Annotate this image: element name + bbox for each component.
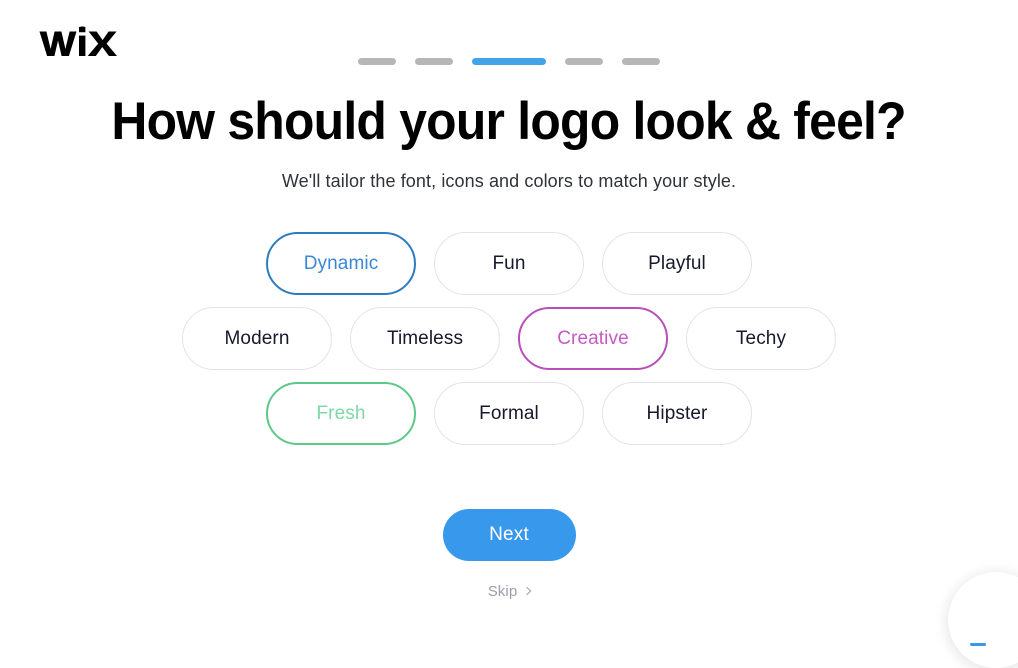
chip-row-1: Dynamic Fun Playful <box>266 232 752 295</box>
chip-techy[interactable]: Techy <box>686 307 836 370</box>
footer-actions: Next Skip <box>442 509 576 600</box>
chat-help-icon <box>970 643 986 646</box>
skip-label: Skip <box>487 583 518 600</box>
skip-link[interactable]: Skip <box>487 583 532 600</box>
chip-label: Techy <box>735 327 787 349</box>
next-button[interactable]: Next <box>442 509 576 561</box>
chip-label: Timeless <box>386 327 464 349</box>
chip-formal[interactable]: Formal <box>434 382 584 445</box>
chip-label: Creative <box>557 327 629 349</box>
chip-label: Playful <box>648 252 706 274</box>
chevron-right-icon <box>523 586 532 596</box>
chip-fresh[interactable]: Fresh <box>266 382 416 445</box>
chip-fun[interactable]: Fun <box>434 232 584 295</box>
page-subtitle: We'll tailor the font, icons and colors … <box>281 171 737 191</box>
chip-label: Formal <box>479 402 539 424</box>
chip-creative[interactable]: Creative <box>518 307 668 370</box>
chip-hipster[interactable]: Hipster <box>602 382 752 445</box>
chip-playful[interactable]: Playful <box>602 232 752 295</box>
page-content: How should your logo look & feel? We'll … <box>0 0 1018 638</box>
chip-dynamic[interactable]: Dynamic <box>266 232 416 295</box>
chip-modern[interactable]: Modern <box>182 307 332 370</box>
chip-label: Hipster <box>646 402 708 424</box>
chip-label: Modern <box>224 327 290 349</box>
chip-label: Fun <box>492 252 526 274</box>
chip-row-3: Fresh Formal Hipster <box>266 382 752 445</box>
chip-label: Dynamic <box>303 252 379 274</box>
style-chip-group: Dynamic Fun Playful Modern Timeless Crea… <box>182 232 836 445</box>
chip-row-2: Modern Timeless Creative Techy <box>182 307 836 370</box>
chip-timeless[interactable]: Timeless <box>350 307 500 370</box>
page-title: How should your logo look & feel? <box>111 92 907 151</box>
chip-label: Fresh <box>316 402 366 424</box>
